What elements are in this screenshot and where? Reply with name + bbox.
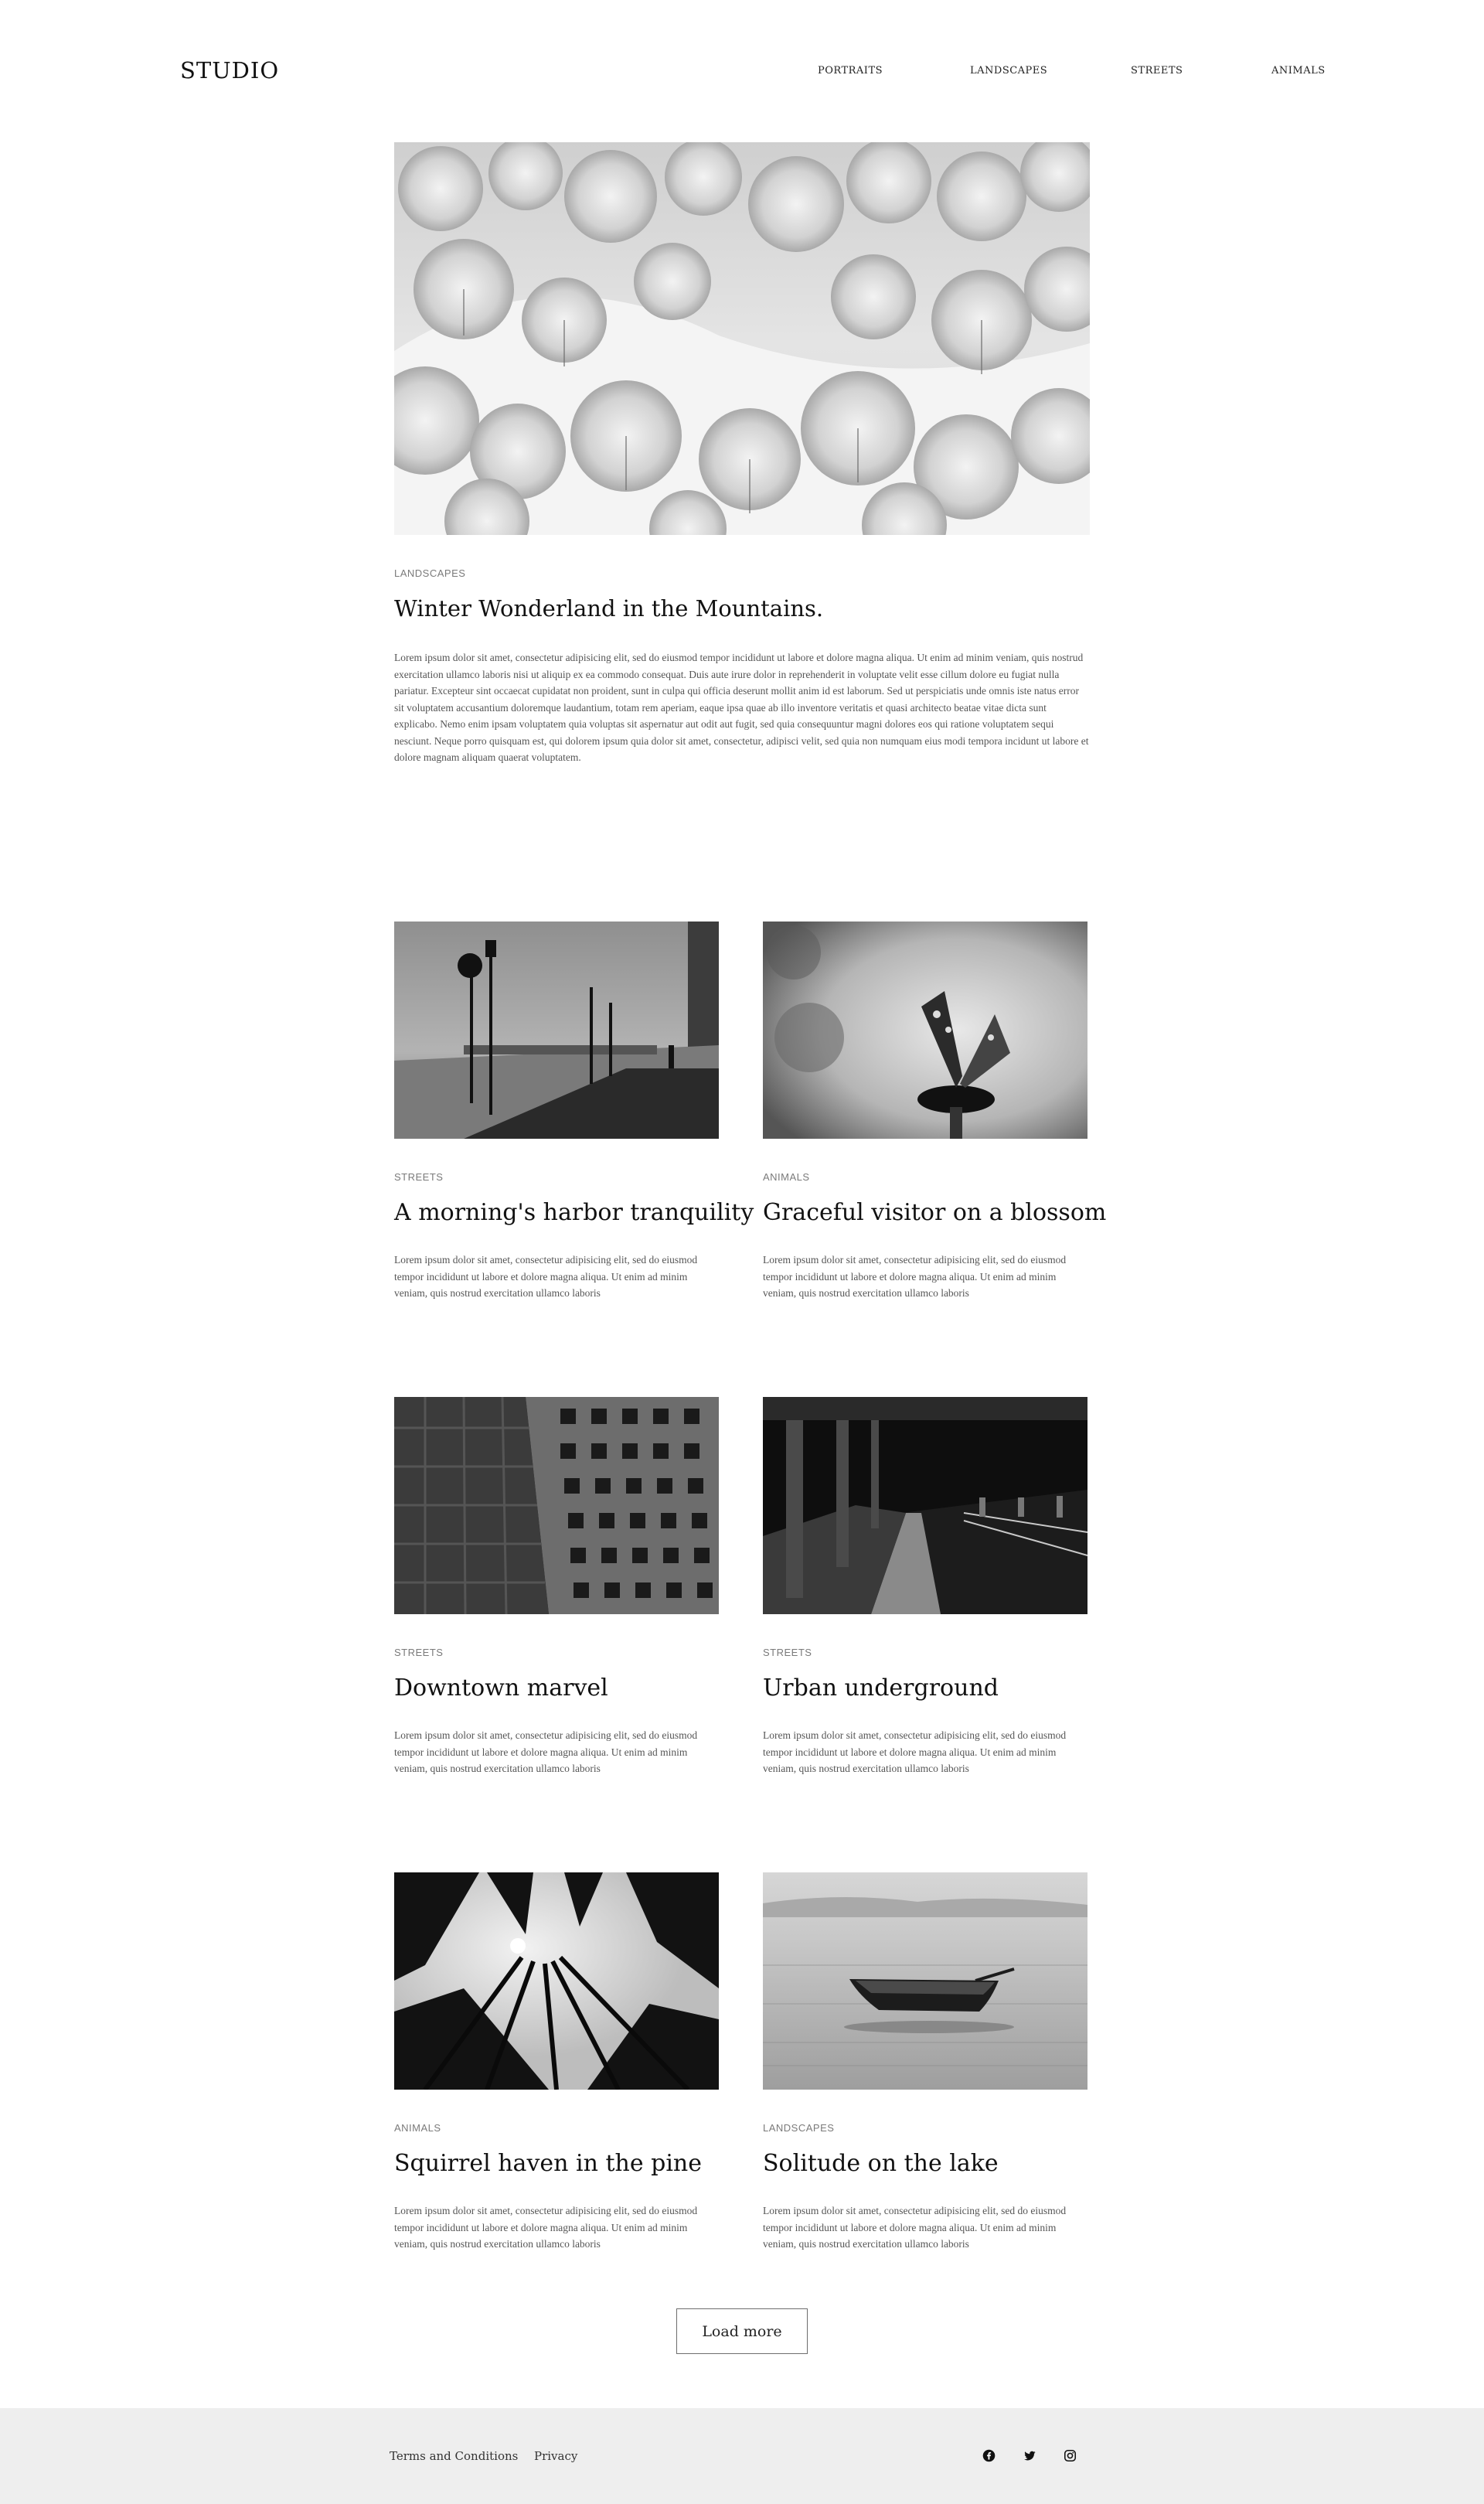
post-category: STREETS bbox=[763, 1647, 812, 1658]
twitter-icon[interactable] bbox=[1022, 2448, 1037, 2463]
post-category: STREETS bbox=[394, 1171, 444, 1183]
post-title[interactable]: Urban underground bbox=[763, 1674, 999, 1702]
post-excerpt: Lorem ipsum dolor sit amet, consectetur … bbox=[763, 2205, 1067, 2250]
instagram-icon[interactable] bbox=[1062, 2448, 1077, 2463]
post-photo-underground[interactable] bbox=[763, 1397, 1087, 1614]
post-photo-butterfly[interactable] bbox=[763, 922, 1087, 1139]
feature-excerpt: Lorem ipsum dolor sit amet, consectetur … bbox=[394, 652, 1089, 763]
post-photo-harbor[interactable] bbox=[394, 922, 719, 1139]
feature-category: LANDSCAPES bbox=[394, 567, 466, 579]
post-title[interactable]: A morning's harbor tranquility bbox=[394, 1199, 754, 1226]
post-excerpt: Lorem ipsum dolor sit amet, consectetur … bbox=[394, 1729, 698, 1774]
post-title[interactable]: Graceful visitor on a blossom bbox=[763, 1199, 1106, 1226]
nav-item-streets[interactable]: STREETS bbox=[1131, 65, 1183, 77]
post-excerpt: Lorem ipsum dolor sit amet, consectetur … bbox=[394, 1254, 698, 1299]
post-photo-downtown[interactable] bbox=[394, 1397, 719, 1614]
post-category: LANDSCAPES bbox=[763, 2122, 835, 2134]
post-category: ANIMALS bbox=[394, 2122, 441, 2134]
post-category: ANIMALS bbox=[763, 1171, 810, 1183]
feature-photo-snowy-forest[interactable] bbox=[394, 142, 1090, 535]
footer-link-terms[interactable]: Terms and Conditions bbox=[390, 2449, 518, 2463]
site-header: STUDIO PORTRAITS LANDSCAPES STREETS ANIM… bbox=[0, 0, 1484, 142]
post-title[interactable]: Squirrel haven in the pine bbox=[394, 2150, 702, 2177]
load-more-button[interactable]: Load more bbox=[676, 2308, 808, 2354]
post-excerpt: Lorem ipsum dolor sit amet, consectetur … bbox=[763, 1729, 1067, 1774]
post-excerpt: Lorem ipsum dolor sit amet, consectetur … bbox=[763, 1254, 1067, 1299]
post-title[interactable]: Downtown marvel bbox=[394, 1674, 608, 1702]
post-photo-lake-boat[interactable] bbox=[763, 1872, 1087, 2090]
post-title[interactable]: Solitude on the lake bbox=[763, 2150, 999, 2177]
post-category: STREETS bbox=[394, 1647, 444, 1658]
post-excerpt: Lorem ipsum dolor sit amet, consectetur … bbox=[394, 2205, 698, 2250]
nav-item-animals[interactable]: ANIMALS bbox=[1271, 65, 1326, 77]
nav-item-portraits[interactable]: PORTRAITS bbox=[818, 65, 883, 77]
site-logo[interactable]: STUDIO bbox=[180, 57, 279, 83]
footer-link-privacy[interactable]: Privacy bbox=[534, 2449, 577, 2463]
feature-title[interactable]: Winter Wonderland in the Mountains. bbox=[394, 595, 823, 622]
site-footer: Terms and Conditions Privacy bbox=[0, 2408, 1484, 2504]
post-photo-pine-forest[interactable] bbox=[394, 1872, 719, 2090]
facebook-icon[interactable] bbox=[981, 2448, 996, 2463]
nav-item-landscapes[interactable]: LANDSCAPES bbox=[970, 65, 1047, 77]
